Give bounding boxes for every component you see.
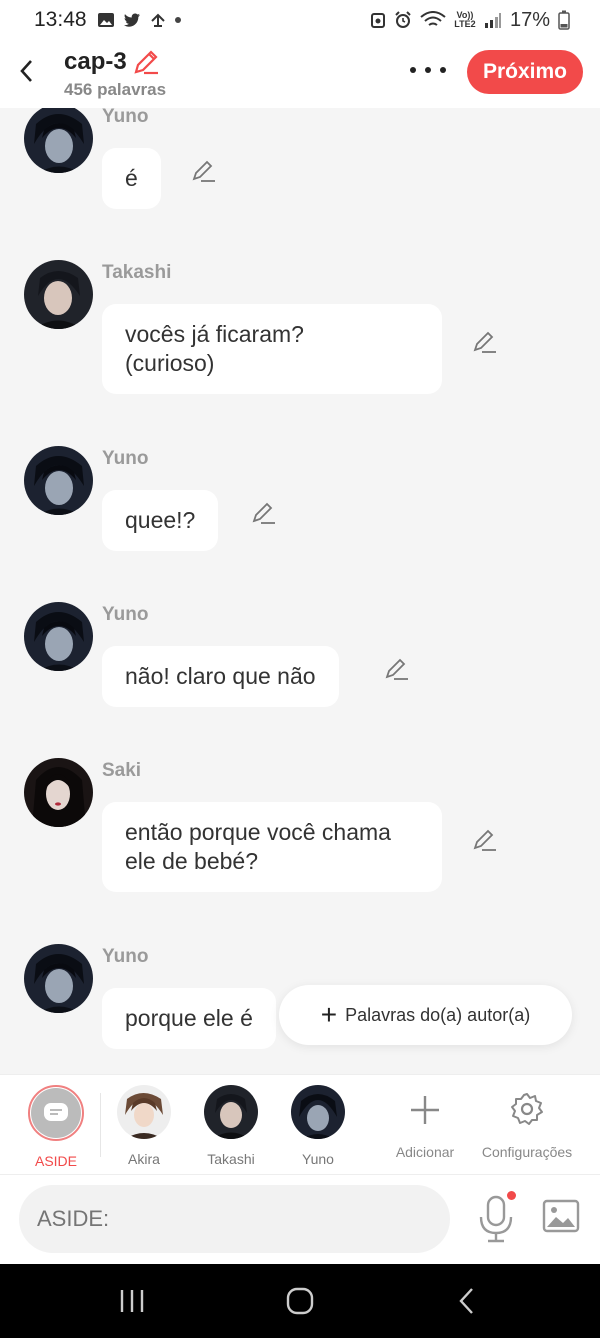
recent-apps-button[interactable]: [118, 1286, 146, 1316]
avatar-takashi[interactable]: [24, 260, 93, 329]
character-bar: ASIDE Akira Takashi Yuno Adicionar Confi…: [0, 1074, 600, 1174]
sender-name: Yuno: [102, 108, 149, 127]
notification-icons: [97, 12, 181, 28]
speech-bubble-icon: [44, 1103, 68, 1121]
sender-name: Takashi: [102, 262, 172, 283]
author-words-button[interactable]: + Palavras do(a) autor(a): [279, 985, 572, 1045]
message-bubble[interactable]: é: [102, 148, 161, 209]
back-button[interactable]: [14, 54, 38, 88]
message-bubble[interactable]: porque ele é: [102, 988, 276, 1049]
app-header: cap-3 456 palavras Próximo: [0, 40, 600, 108]
back-nav-button[interactable]: [456, 1286, 478, 1316]
input-bar: [0, 1174, 600, 1264]
avatar-saki[interactable]: [24, 758, 93, 827]
add-label: Adicionar: [395, 1144, 455, 1160]
edit-message-icon[interactable]: [251, 501, 277, 527]
gallery-icon: [97, 13, 114, 27]
message-bubble[interactable]: vocês já ficaram? (curioso): [102, 304, 442, 394]
twitter-icon: [123, 13, 140, 27]
edit-message-icon[interactable]: [191, 159, 217, 185]
message-bubble[interactable]: não! claro que não: [102, 646, 339, 707]
more-notifications-icon: [174, 17, 181, 23]
message-bubble[interactable]: quee!?: [102, 490, 219, 551]
status-bar: 13:48 Vo)) LTE2 17%: [0, 0, 600, 40]
chat-area[interactable]: Yuno é Takashi vocês já ficaram? (curios…: [0, 108, 600, 1074]
network-label: Vo)) LTE2: [454, 10, 476, 29]
battery-percent: 17%: [509, 8, 550, 31]
clock: 13:48: [34, 8, 87, 31]
signal-icon: [484, 13, 501, 28]
character-label: Yuno: [302, 1151, 334, 1167]
dot-icon: [440, 67, 446, 73]
character-label: ASIDE: [34, 1153, 77, 1169]
system-icons: Vo)) LTE2 17%: [370, 9, 570, 32]
settings-label: Configurações: [481, 1144, 573, 1160]
wifi-icon: [420, 11, 446, 26]
dot-icon: [425, 67, 431, 73]
avatar-yuno[interactable]: [24, 602, 93, 671]
plus-icon: +: [320, 999, 338, 1030]
edit-message-icon[interactable]: [472, 828, 498, 854]
sender-name: Yuno: [102, 946, 149, 967]
more-options-button[interactable]: [410, 58, 446, 82]
character-yuno[interactable]: Yuno: [278, 1085, 358, 1167]
avatar-yuno[interactable]: [24, 108, 93, 173]
settings-button[interactable]: Configurações: [477, 1085, 577, 1160]
sender-name: Yuno: [102, 604, 149, 625]
avatar-takashi: [204, 1085, 258, 1139]
home-button[interactable]: [285, 1286, 315, 1316]
word-count: 456 palavras: [64, 80, 167, 99]
sync-icon: [150, 13, 165, 27]
battery-icon: [558, 10, 570, 30]
character-akira[interactable]: Akira: [104, 1085, 184, 1167]
edit-message-icon[interactable]: [384, 657, 410, 683]
plus-icon: [411, 1096, 439, 1124]
back-arrow-icon: [20, 60, 32, 82]
aside-avatar: [28, 1085, 84, 1141]
add-character-button[interactable]: Adicionar: [385, 1085, 465, 1160]
divider: [100, 1093, 101, 1157]
avatar-yuno[interactable]: [24, 446, 93, 515]
character-takashi[interactable]: Takashi: [191, 1085, 271, 1167]
sender-name: Saki: [102, 760, 142, 781]
microphone-icon[interactable]: [476, 1193, 516, 1245]
edit-title-icon[interactable]: [132, 48, 160, 76]
avatar-yuno[interactable]: [24, 944, 93, 1013]
avatar-akira: [117, 1085, 171, 1139]
sender-name: Yuno: [102, 448, 149, 469]
dot-icon: [410, 67, 416, 73]
gear-icon: [511, 1093, 543, 1125]
system-nav-bar: [0, 1264, 600, 1338]
recording-indicator: [507, 1191, 516, 1200]
message-bubble[interactable]: então porque você chama ele de bebé?: [102, 802, 442, 892]
author-words-label: Palavras do(a) autor(a): [345, 1004, 531, 1025]
next-button[interactable]: Próximo: [467, 50, 583, 94]
character-aside[interactable]: ASIDE: [16, 1085, 96, 1169]
character-label: Takashi: [207, 1151, 255, 1167]
data-saver-icon: [370, 13, 385, 28]
edit-message-icon[interactable]: [472, 330, 498, 356]
chapter-title: cap-3: [64, 48, 127, 75]
avatar-yuno: [291, 1085, 345, 1139]
alarm-icon: [395, 11, 411, 28]
image-icon[interactable]: [542, 1199, 580, 1233]
message-input[interactable]: [19, 1185, 450, 1253]
character-label: Akira: [128, 1151, 160, 1167]
